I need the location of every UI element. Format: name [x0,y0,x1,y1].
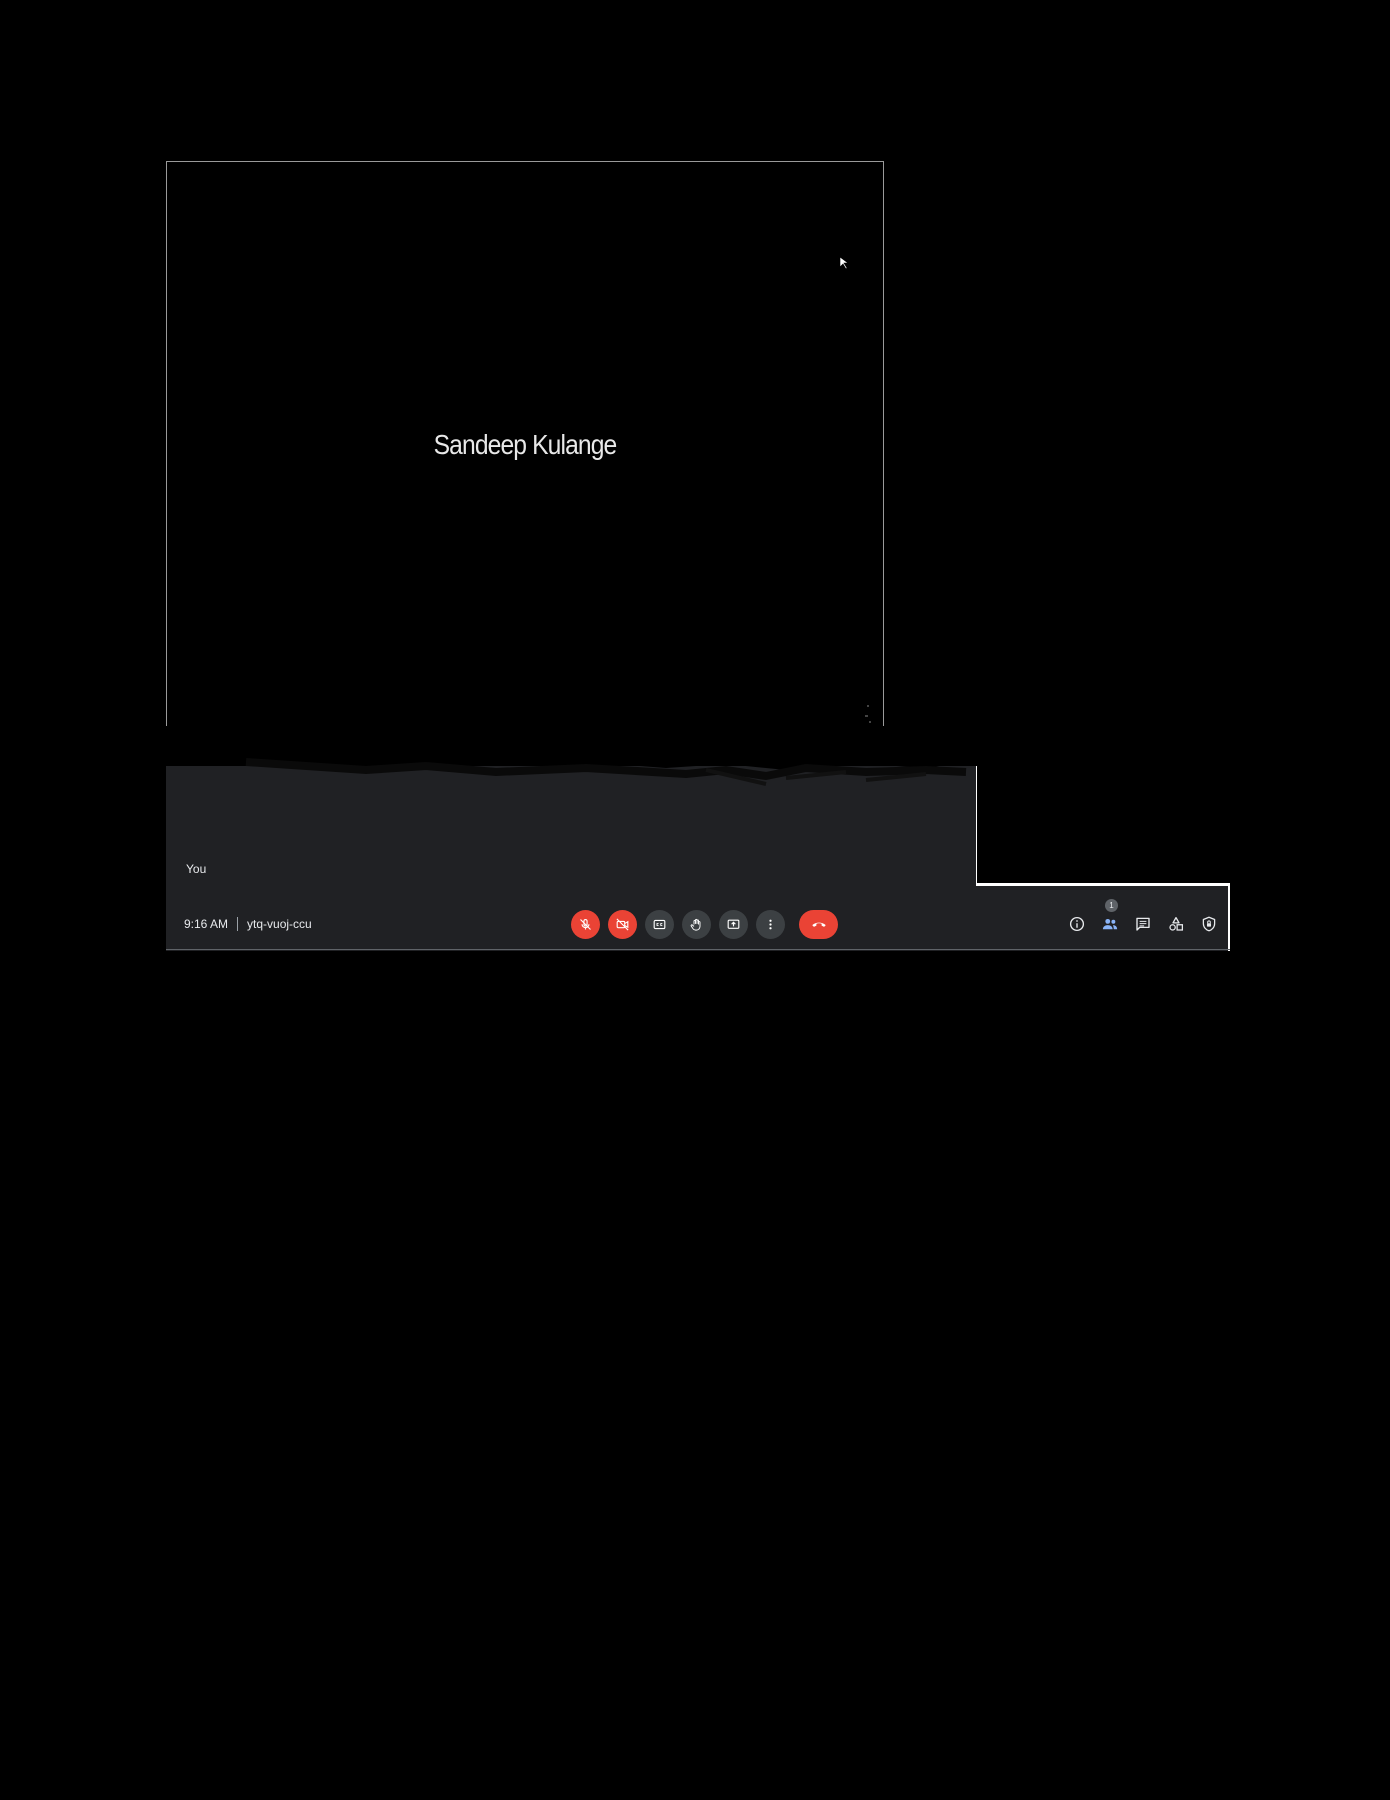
meeting-details-button[interactable] [1066,913,1088,935]
shield-lock-icon [1202,916,1216,932]
people-icon [1102,918,1118,930]
more-vert-icon [769,919,772,929]
videocam-off-icon [616,917,629,931]
panel-edge [1228,883,1230,951]
shared-screen: Sandeep Kulange [166,161,884,741]
call-end-icon [811,922,826,927]
closed-captions-icon [653,919,666,929]
present-screen-icon [727,919,740,929]
leave-call-button[interactable] [799,909,838,939]
captions-button[interactable] [645,909,674,939]
camera-toggle-button[interactable] [608,909,637,939]
divider [237,917,239,931]
side-controls: 1 [1066,899,1220,940]
call-controls [571,908,838,940]
cursor-icon [839,256,849,270]
scribble-overlay [166,726,986,786]
self-tile-label: You [186,862,207,876]
mic-toggle-button[interactable] [571,909,600,939]
meeting-details: 9:16 AM ytq-vuoj-ccu [184,898,312,950]
meeting-time: 9:16 AM [184,917,229,931]
info-icon [1069,916,1085,932]
control-bar: 9:16 AM ytq-vuoj-ccu 1 [166,898,1230,950]
activities-button[interactable] [1165,913,1187,935]
meet-window: Sandeep Kulange You 9:16 AM ytq-vuoj-ccu [0,0,1390,1800]
hand-icon [690,918,701,931]
meeting-code: ytq-vuoj-ccu [247,917,312,931]
panel-bottom-border [166,949,1230,950]
presenter-name: Sandeep Kulange [433,429,618,460]
host-controls-button[interactable] [1198,913,1220,935]
more-options-button[interactable] [756,909,785,939]
raise-hand-button[interactable] [682,909,711,939]
people-count-badge: 1 [1105,899,1118,912]
present-button[interactable] [719,909,748,939]
chat-button[interactable] [1132,913,1154,935]
mic-off-icon [580,918,591,930]
activities-icon [1169,916,1184,931]
chat-icon [1136,917,1150,931]
panel-cutout-border [976,766,1228,886]
people-button[interactable]: 1 [1099,899,1121,935]
